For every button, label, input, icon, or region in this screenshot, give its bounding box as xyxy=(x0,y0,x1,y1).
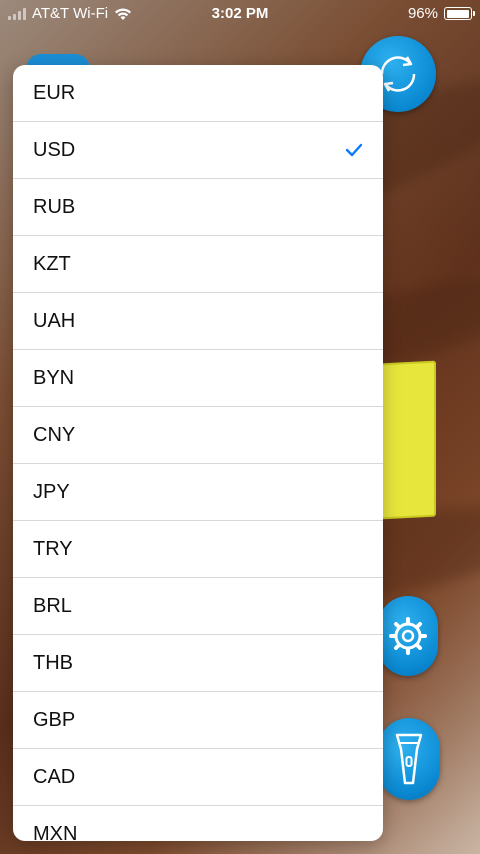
currency-option-label: RUB xyxy=(33,195,76,218)
battery-icon xyxy=(444,7,475,20)
currency-option-uah[interactable]: UAH xyxy=(13,292,383,349)
currency-list: EUR USD RUB KZT UAH BYN CNY JPY TRY BRL THB GBP CAD M… xyxy=(13,65,383,841)
currency-option-thb[interactable]: THB xyxy=(13,634,383,691)
status-bar: AT&T Wi-Fi 3:02 PM 96% xyxy=(0,0,480,28)
detected-object xyxy=(380,360,436,520)
currency-option-mxn[interactable]: MXN xyxy=(13,805,383,841)
currency-option-label: USD xyxy=(33,138,76,161)
flashlight-icon xyxy=(395,733,423,785)
camera-background: AT&T Wi-Fi 3:02 PM 96% EUR USD RUB KZT U… xyxy=(0,0,480,854)
currency-picker[interactable]: EUR USD RUB KZT UAH BYN CNY JPY TRY BRL THB GBP CAD M… xyxy=(13,65,383,841)
currency-option-label: GBP xyxy=(33,708,76,731)
currency-option-label: UAH xyxy=(33,309,76,332)
currency-option-usd[interactable]: USD xyxy=(13,121,383,178)
currency-option-label: CNY xyxy=(33,423,76,446)
currency-option-label: MXN xyxy=(33,822,78,842)
gear-icon xyxy=(389,617,427,655)
currency-option-eur[interactable]: EUR xyxy=(13,65,383,121)
currency-option-jpy[interactable]: JPY xyxy=(13,463,383,520)
flashlight-button[interactable] xyxy=(378,718,440,800)
currency-option-gbp[interactable]: GBP xyxy=(13,691,383,748)
status-right: 96% xyxy=(407,5,475,22)
currency-option-label: JPY xyxy=(33,480,70,503)
currency-option-label: BRL xyxy=(33,594,72,617)
currency-option-label: TRY xyxy=(33,537,73,560)
currency-option-label: BYN xyxy=(33,366,75,389)
checkmark-icon xyxy=(345,143,363,157)
currency-option-cad[interactable]: CAD xyxy=(13,748,383,805)
currency-option-try[interactable]: TRY xyxy=(13,520,383,577)
currency-option-label: EUR xyxy=(33,81,76,104)
currency-option-rub[interactable]: RUB xyxy=(13,178,383,235)
battery-fill xyxy=(446,9,469,18)
currency-option-byn[interactable]: BYN xyxy=(13,349,383,406)
currency-option-label: THB xyxy=(33,651,73,674)
currency-option-label: KZT xyxy=(33,252,71,275)
currency-option-kzt[interactable]: KZT xyxy=(13,235,383,292)
settings-button[interactable] xyxy=(378,596,438,676)
currency-option-label: CAD xyxy=(33,765,76,788)
battery-percent: 96% xyxy=(407,5,438,22)
currency-option-brl[interactable]: BRL xyxy=(13,577,383,634)
currency-option-cny[interactable]: CNY xyxy=(13,406,383,463)
